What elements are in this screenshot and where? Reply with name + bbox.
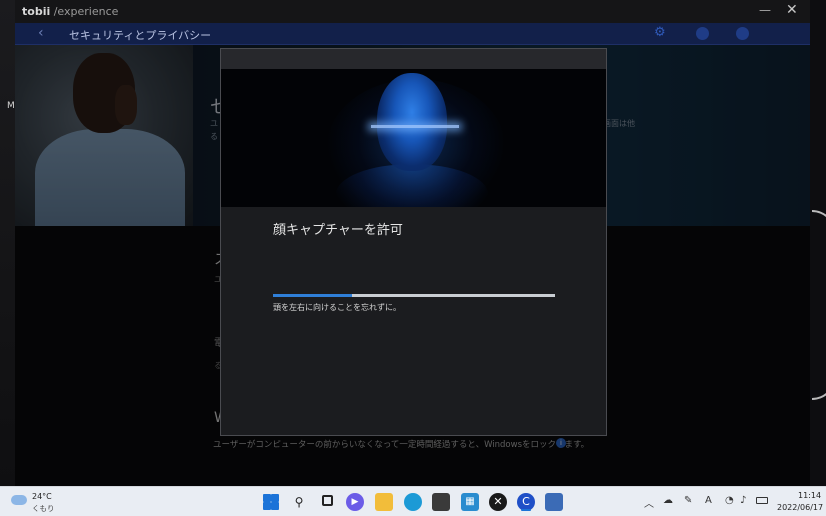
search-icon[interactable]: ⚲	[290, 493, 308, 511]
weather-description[interactable]: くもり	[32, 503, 55, 514]
help-icon[interactable]	[696, 27, 709, 40]
dialog-title: 顔キャプチャーを許可	[273, 223, 403, 238]
dialog-hint: 頭を左右に向けることを忘れずに。	[273, 303, 401, 312]
pen-icon[interactable]: ✎	[684, 495, 692, 506]
capture-progress-fill	[273, 294, 352, 297]
minimize-button[interactable]: —	[759, 3, 771, 17]
chat-icon[interactable]: ▶	[346, 493, 364, 511]
cloud-weather-icon[interactable]	[11, 495, 27, 505]
teams-icon[interactable]: ▦	[461, 493, 479, 511]
account-icon[interactable]	[736, 27, 749, 40]
close-button[interactable]: ✕	[786, 2, 798, 18]
dialog-header	[221, 49, 606, 69]
nav-bar: ‹ セキュリティとプライバシー ⚙	[15, 23, 810, 45]
task-view-icon[interactable]	[318, 493, 336, 511]
face-scan-image	[221, 69, 606, 207]
store-icon[interactable]	[432, 493, 450, 511]
scan-line	[371, 125, 459, 128]
battery-icon[interactable]	[756, 497, 768, 504]
wallpaper-arc	[812, 210, 826, 400]
back-button[interactable]: ‹	[38, 25, 44, 41]
active-app-indicator	[521, 509, 531, 511]
desktop-right-edge	[810, 0, 826, 486]
chevron-up-icon[interactable]: ︿	[644, 495, 654, 510]
brand-suffix: /experience	[50, 5, 119, 18]
app-brand: tobii /experience	[22, 5, 118, 18]
xbox-icon[interactable]: ✕	[489, 493, 507, 511]
clock-date[interactable]: 2022/06/17	[777, 503, 823, 512]
capture-progress-bar	[273, 294, 555, 297]
desktop-glyph: M	[7, 101, 15, 111]
wifi-icon[interactable]: ◔	[725, 495, 734, 506]
taskbar: 24°C くもり ⚲ ▶ ▦ ✕ C ︿ ☁ ✎ A ◔ ♪ 11:14 202…	[0, 486, 826, 516]
weather-temperature[interactable]: 24°C	[32, 492, 52, 501]
brand-name: tobii	[22, 5, 51, 18]
gear-icon[interactable]: ⚙	[654, 25, 667, 40]
scan-face	[377, 73, 447, 171]
face-capture-dialog: 顔キャプチャーを許可 頭を左右に向けることを忘れずに。	[220, 48, 607, 436]
screen: M tobii /experience — ✕ ‹ セキュリティとプライバシー …	[0, 0, 826, 516]
volume-icon[interactable]: ♪	[740, 495, 746, 506]
edge-icon[interactable]	[404, 493, 422, 511]
ime-icon[interactable]: A	[705, 495, 712, 506]
start-icon[interactable]	[262, 493, 280, 511]
file-explorer-icon[interactable]	[375, 493, 393, 511]
title-bar: tobii /experience — ✕	[15, 0, 810, 23]
cloud-icon[interactable]: ☁	[663, 495, 673, 506]
page-title: セキュリティとプライバシー	[69, 29, 212, 42]
clock-time[interactable]: 11:14	[798, 491, 821, 500]
desktop-left-edge: M	[0, 0, 15, 486]
network-app-icon[interactable]	[545, 493, 563, 511]
